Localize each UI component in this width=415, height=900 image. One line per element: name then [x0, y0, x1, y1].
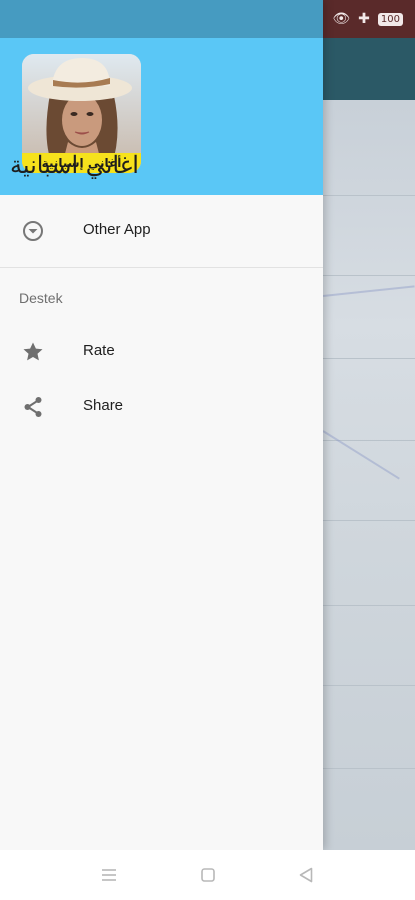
navigation-drawer: أغاني إسبانية اغاني اسبانية Other App De…: [0, 0, 323, 850]
menu-item-label: Other App: [83, 221, 151, 238]
menu-item-other-app[interactable]: Other App: [0, 205, 323, 259]
home-square-icon[interactable]: [196, 864, 220, 886]
menu-icon[interactable]: [97, 864, 121, 886]
back-triangle-icon[interactable]: [294, 864, 318, 886]
menu-item-share[interactable]: Share: [0, 381, 323, 435]
menu-divider: [0, 267, 323, 268]
menu-item-label: Share: [83, 397, 124, 414]
star-icon: [23, 342, 43, 361]
menu-item-rate[interactable]: Rate: [0, 326, 323, 380]
battery-indicator: 100: [377, 12, 403, 26]
drawer-header: أغاني إسبانية اغاني اسبانية: [0, 38, 323, 195]
share-icon: [24, 397, 42, 417]
background-streak: [322, 285, 415, 297]
eye-icon: 👁: [332, 11, 351, 27]
background-streak: [322, 430, 400, 480]
section-title: Destek: [19, 290, 63, 306]
status-icons: 👁 ✚ 100: [332, 11, 403, 27]
signal-icon: ✚: [358, 11, 370, 27]
chevron-down-circle-icon: [23, 221, 43, 241]
menu-item-label: Rate: [83, 342, 115, 359]
app-title: اغاني اسبانية: [10, 151, 139, 179]
system-navigation-bar: [0, 850, 415, 900]
drawer-status-bar: [0, 0, 323, 38]
